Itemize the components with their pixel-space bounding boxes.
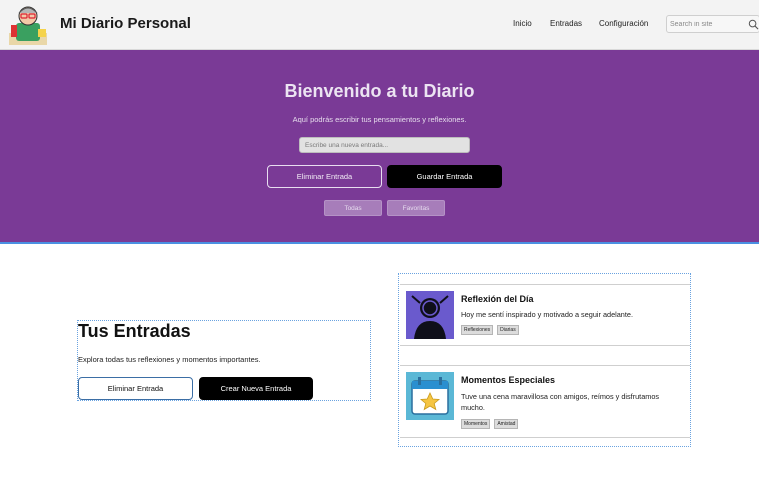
nav-link-inicio[interactable]: Inicio	[513, 19, 532, 28]
filter-all-button[interactable]: Todas	[324, 200, 382, 216]
person-silhouette-icon	[406, 291, 454, 339]
entry-card[interactable]: Reflexión del Día Hoy me sentí inspirado…	[400, 284, 690, 346]
section-subtitle: Explora todas tus reflexiones y momentos…	[78, 355, 261, 364]
hero-section: Bienvenido a tu Diario Aquí podrás escri…	[0, 50, 759, 244]
hero-subtitle: Aquí podrás escribir tus pensamientos y …	[292, 115, 467, 124]
site-title[interactable]: Mi Diario Personal	[60, 15, 191, 32]
entry-title[interactable]: Momentos Especiales	[461, 375, 555, 385]
entry-tags: Momentos Amistad	[461, 419, 519, 429]
hero-title: Bienvenido a tu Diario	[284, 81, 475, 101]
create-entry-button[interactable]: Crear Nueva Entrada	[199, 377, 313, 400]
entry-title[interactable]: Reflexión del Día	[461, 294, 534, 304]
diary-writer-logo-icon[interactable]	[6, 3, 50, 47]
search-icon[interactable]	[748, 19, 759, 30]
entry-tag[interactable]: Amistad	[494, 419, 519, 429]
entry-tags: Reflexiones Diarias	[461, 325, 519, 335]
entry-card[interactable]: Momentos Especiales Tuve una cena maravi…	[400, 365, 690, 438]
section-title: Tus Entradas	[78, 321, 191, 341]
search-input[interactable]	[670, 18, 740, 30]
filter-favorites-button[interactable]: Favoritas	[387, 200, 445, 216]
entry-tag[interactable]: Momentos	[461, 419, 491, 429]
nav-link-entradas[interactable]: Entradas	[550, 19, 582, 28]
entry-text: Tuve una cena maravillosa con amigos, re…	[461, 392, 660, 412]
nav-link-configuracion[interactable]: Configuración	[599, 19, 648, 28]
delete-entry-button[interactable]: Eliminar Entrada	[267, 165, 382, 188]
entry-text: Hoy me sentí inspirado y motivado a segu…	[461, 310, 633, 319]
search-box	[666, 15, 759, 33]
delete-entry-button-secondary[interactable]: Eliminar Entrada	[78, 377, 193, 400]
site-header: Mi Diario Personal Inicio Entradas Confi…	[0, 0, 759, 50]
new-entry-input[interactable]	[299, 137, 470, 153]
entry-tag[interactable]: Reflexiones	[461, 325, 494, 335]
entry-tag[interactable]: Diarias	[497, 325, 519, 335]
calendar-star-icon	[406, 372, 454, 420]
save-entry-button[interactable]: Guardar Entrada	[387, 165, 502, 188]
